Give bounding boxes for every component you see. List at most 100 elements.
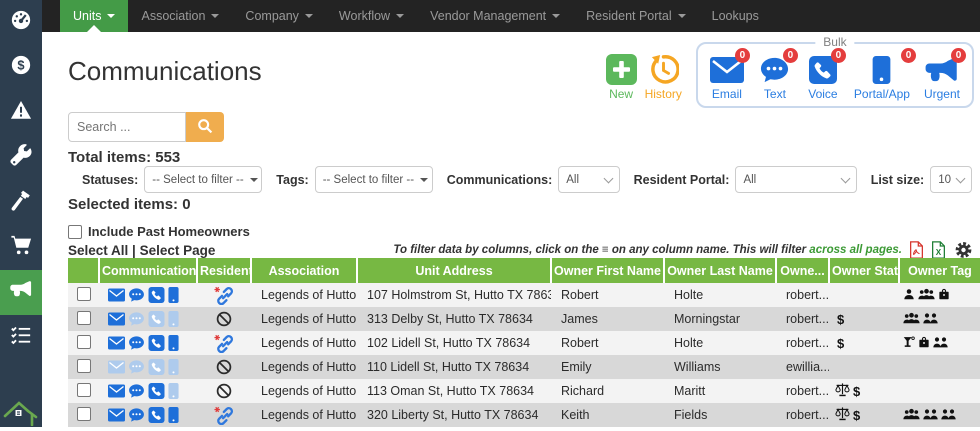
portal-icon[interactable] xyxy=(168,359,179,375)
grid-settings-button[interactable] xyxy=(953,241,974,259)
sidebar-item-cart[interactable] xyxy=(0,225,42,270)
include-past-checkbox[interactable] xyxy=(68,225,82,239)
chevron-down-icon xyxy=(396,14,404,18)
cell-unit-address: 110 Lidell St, Hutto TX 78634 xyxy=(357,355,551,379)
email-icon[interactable] xyxy=(108,407,125,423)
search-input[interactable] xyxy=(68,112,186,142)
filter-list-size-select[interactable]: 10 xyxy=(930,166,972,193)
sidebar-item-checklist[interactable] xyxy=(0,315,42,360)
voice-icon[interactable] xyxy=(148,311,165,327)
column-header-owner-first-name[interactable]: Owner First Name xyxy=(551,258,664,283)
cell-association: Legends of Hutto xyxy=(251,331,357,355)
email-icon[interactable] xyxy=(108,335,125,351)
cell-checkbox xyxy=(68,379,99,403)
email-icon[interactable] xyxy=(108,359,125,375)
cell-unit-address: 107 Holmstrom St, Hutto TX 78634 xyxy=(357,283,551,307)
email-icon[interactable] xyxy=(108,287,125,303)
voice-icon[interactable] xyxy=(148,359,165,375)
chevron-down-icon xyxy=(678,14,686,18)
portal-icon[interactable] xyxy=(168,383,179,399)
nav-item-association[interactable]: Association xyxy=(128,0,232,32)
voice-icon[interactable] xyxy=(148,287,165,303)
export-pdf-button[interactable] xyxy=(909,241,924,259)
column-header-owner-last-name[interactable]: Owner Last Name xyxy=(664,258,776,283)
export-excel-button[interactable]: X xyxy=(931,241,946,259)
bulk-urgent-button[interactable]: 0Urgent xyxy=(924,56,960,101)
column-header-owner-tag[interactable]: Owner Tag xyxy=(899,258,980,283)
filter-communications-select[interactable]: All xyxy=(558,166,619,193)
row-checkbox[interactable] xyxy=(77,407,91,421)
text-icon[interactable] xyxy=(128,287,145,303)
sidebar-item-wrench[interactable] xyxy=(0,135,42,180)
voice-icon[interactable] xyxy=(148,407,165,423)
nav-item-vendor-management[interactable]: Vendor Management xyxy=(417,0,573,32)
text-icon[interactable] xyxy=(128,359,145,375)
column-header-owne[interactable]: Owne... xyxy=(776,258,829,283)
email-icon[interactable] xyxy=(108,311,125,327)
linked-resident-icon xyxy=(213,287,235,301)
row-checkbox[interactable] xyxy=(77,359,91,373)
column-header-association[interactable]: Association xyxy=(251,258,357,283)
text-icon[interactable] xyxy=(128,383,145,399)
filter-tags-dropdown[interactable]: -- Select to filter -- xyxy=(315,166,433,193)
nav-item-lookups[interactable]: Lookups xyxy=(699,0,772,32)
cell-association: Legends of Hutto xyxy=(251,307,357,331)
cell-owner-email: robert... xyxy=(776,331,829,355)
row-checkbox[interactable] xyxy=(77,383,91,397)
caret-down-icon xyxy=(420,178,428,182)
select-all-link[interactable]: Select All xyxy=(68,243,128,258)
filter-resident-portal-select[interactable]: All xyxy=(735,166,856,193)
text-icon[interactable] xyxy=(128,311,145,327)
filter-label-statuses: Statuses: xyxy=(82,173,138,187)
nav-item-workflow[interactable]: Workflow xyxy=(326,0,417,32)
sidebar-item-megaphone[interactable] xyxy=(0,270,42,315)
new-button[interactable]: New xyxy=(606,42,637,101)
voice-icon[interactable] xyxy=(148,335,165,351)
nav-item-units[interactable]: Units xyxy=(60,0,128,32)
column-header-checkbox[interactable] xyxy=(68,258,99,283)
text-icon[interactable] xyxy=(128,407,145,423)
table-row: Legends of Hutto107 Holmstrom St, Hutto … xyxy=(68,283,980,307)
sidebar-item-gauge[interactable] xyxy=(0,0,42,45)
voice-icon[interactable] xyxy=(148,383,165,399)
dollar-status-glyph: $ xyxy=(853,408,860,423)
nav-item-resident-portal[interactable]: Resident Portal xyxy=(573,0,698,32)
email-icon[interactable] xyxy=(108,383,125,399)
column-header-resident[interactable]: Resident xyxy=(197,258,251,283)
row-checkbox[interactable] xyxy=(77,311,91,325)
sidebar-item-dollar-circle[interactable]: $ xyxy=(0,45,42,90)
portal-icon[interactable] xyxy=(168,407,179,423)
bulk-item-label: Voice xyxy=(806,87,840,101)
sidebar-item-hammer[interactable] xyxy=(0,180,42,225)
cell-association: Legends of Hutto xyxy=(251,283,357,307)
bulk-portal-app-button[interactable]: 0Portal/App xyxy=(854,56,910,101)
history-button[interactable]: History xyxy=(645,42,682,101)
portal-icon[interactable] xyxy=(168,311,179,327)
selection-controls-row: Select All | Select Page To filter data … xyxy=(68,241,974,259)
cell-owner-tags xyxy=(899,355,980,379)
bulk-email-button[interactable]: 0Email xyxy=(710,56,744,101)
column-header-communications[interactable]: Communications xyxy=(99,258,197,283)
portal-icon[interactable] xyxy=(168,335,179,351)
cell-owner-first-name: Robert xyxy=(551,283,664,307)
text-icon[interactable] xyxy=(128,335,145,351)
page-title: Communications xyxy=(68,56,262,87)
column-header-owner-stat[interactable]: Owner Stat... xyxy=(829,258,899,283)
select-page-link[interactable]: Select Page xyxy=(140,243,216,258)
search-button[interactable] xyxy=(186,112,224,142)
cell-communications xyxy=(99,403,197,427)
row-checkbox[interactable] xyxy=(77,287,91,301)
cell-owner-last-name: Williams xyxy=(664,355,776,379)
row-checkbox[interactable] xyxy=(77,335,91,349)
sidebar-item-warning[interactable] xyxy=(0,90,42,135)
filter-statuses-dropdown[interactable]: -- Select to filter -- xyxy=(144,166,262,193)
nav-item-company[interactable]: Company xyxy=(232,0,326,32)
table-row: Legends of Hutto313 Delby St, Hutto TX 7… xyxy=(68,307,980,331)
bulk-text-button[interactable]: 0Text xyxy=(758,56,792,101)
cell-resident xyxy=(197,331,251,355)
link-separator: | xyxy=(128,243,139,258)
bulk-voice-button[interactable]: 0Voice xyxy=(806,56,840,101)
column-header-unit-address[interactable]: Unit Address xyxy=(357,258,551,283)
two-users-icon xyxy=(933,336,948,351)
portal-icon[interactable] xyxy=(168,287,179,303)
